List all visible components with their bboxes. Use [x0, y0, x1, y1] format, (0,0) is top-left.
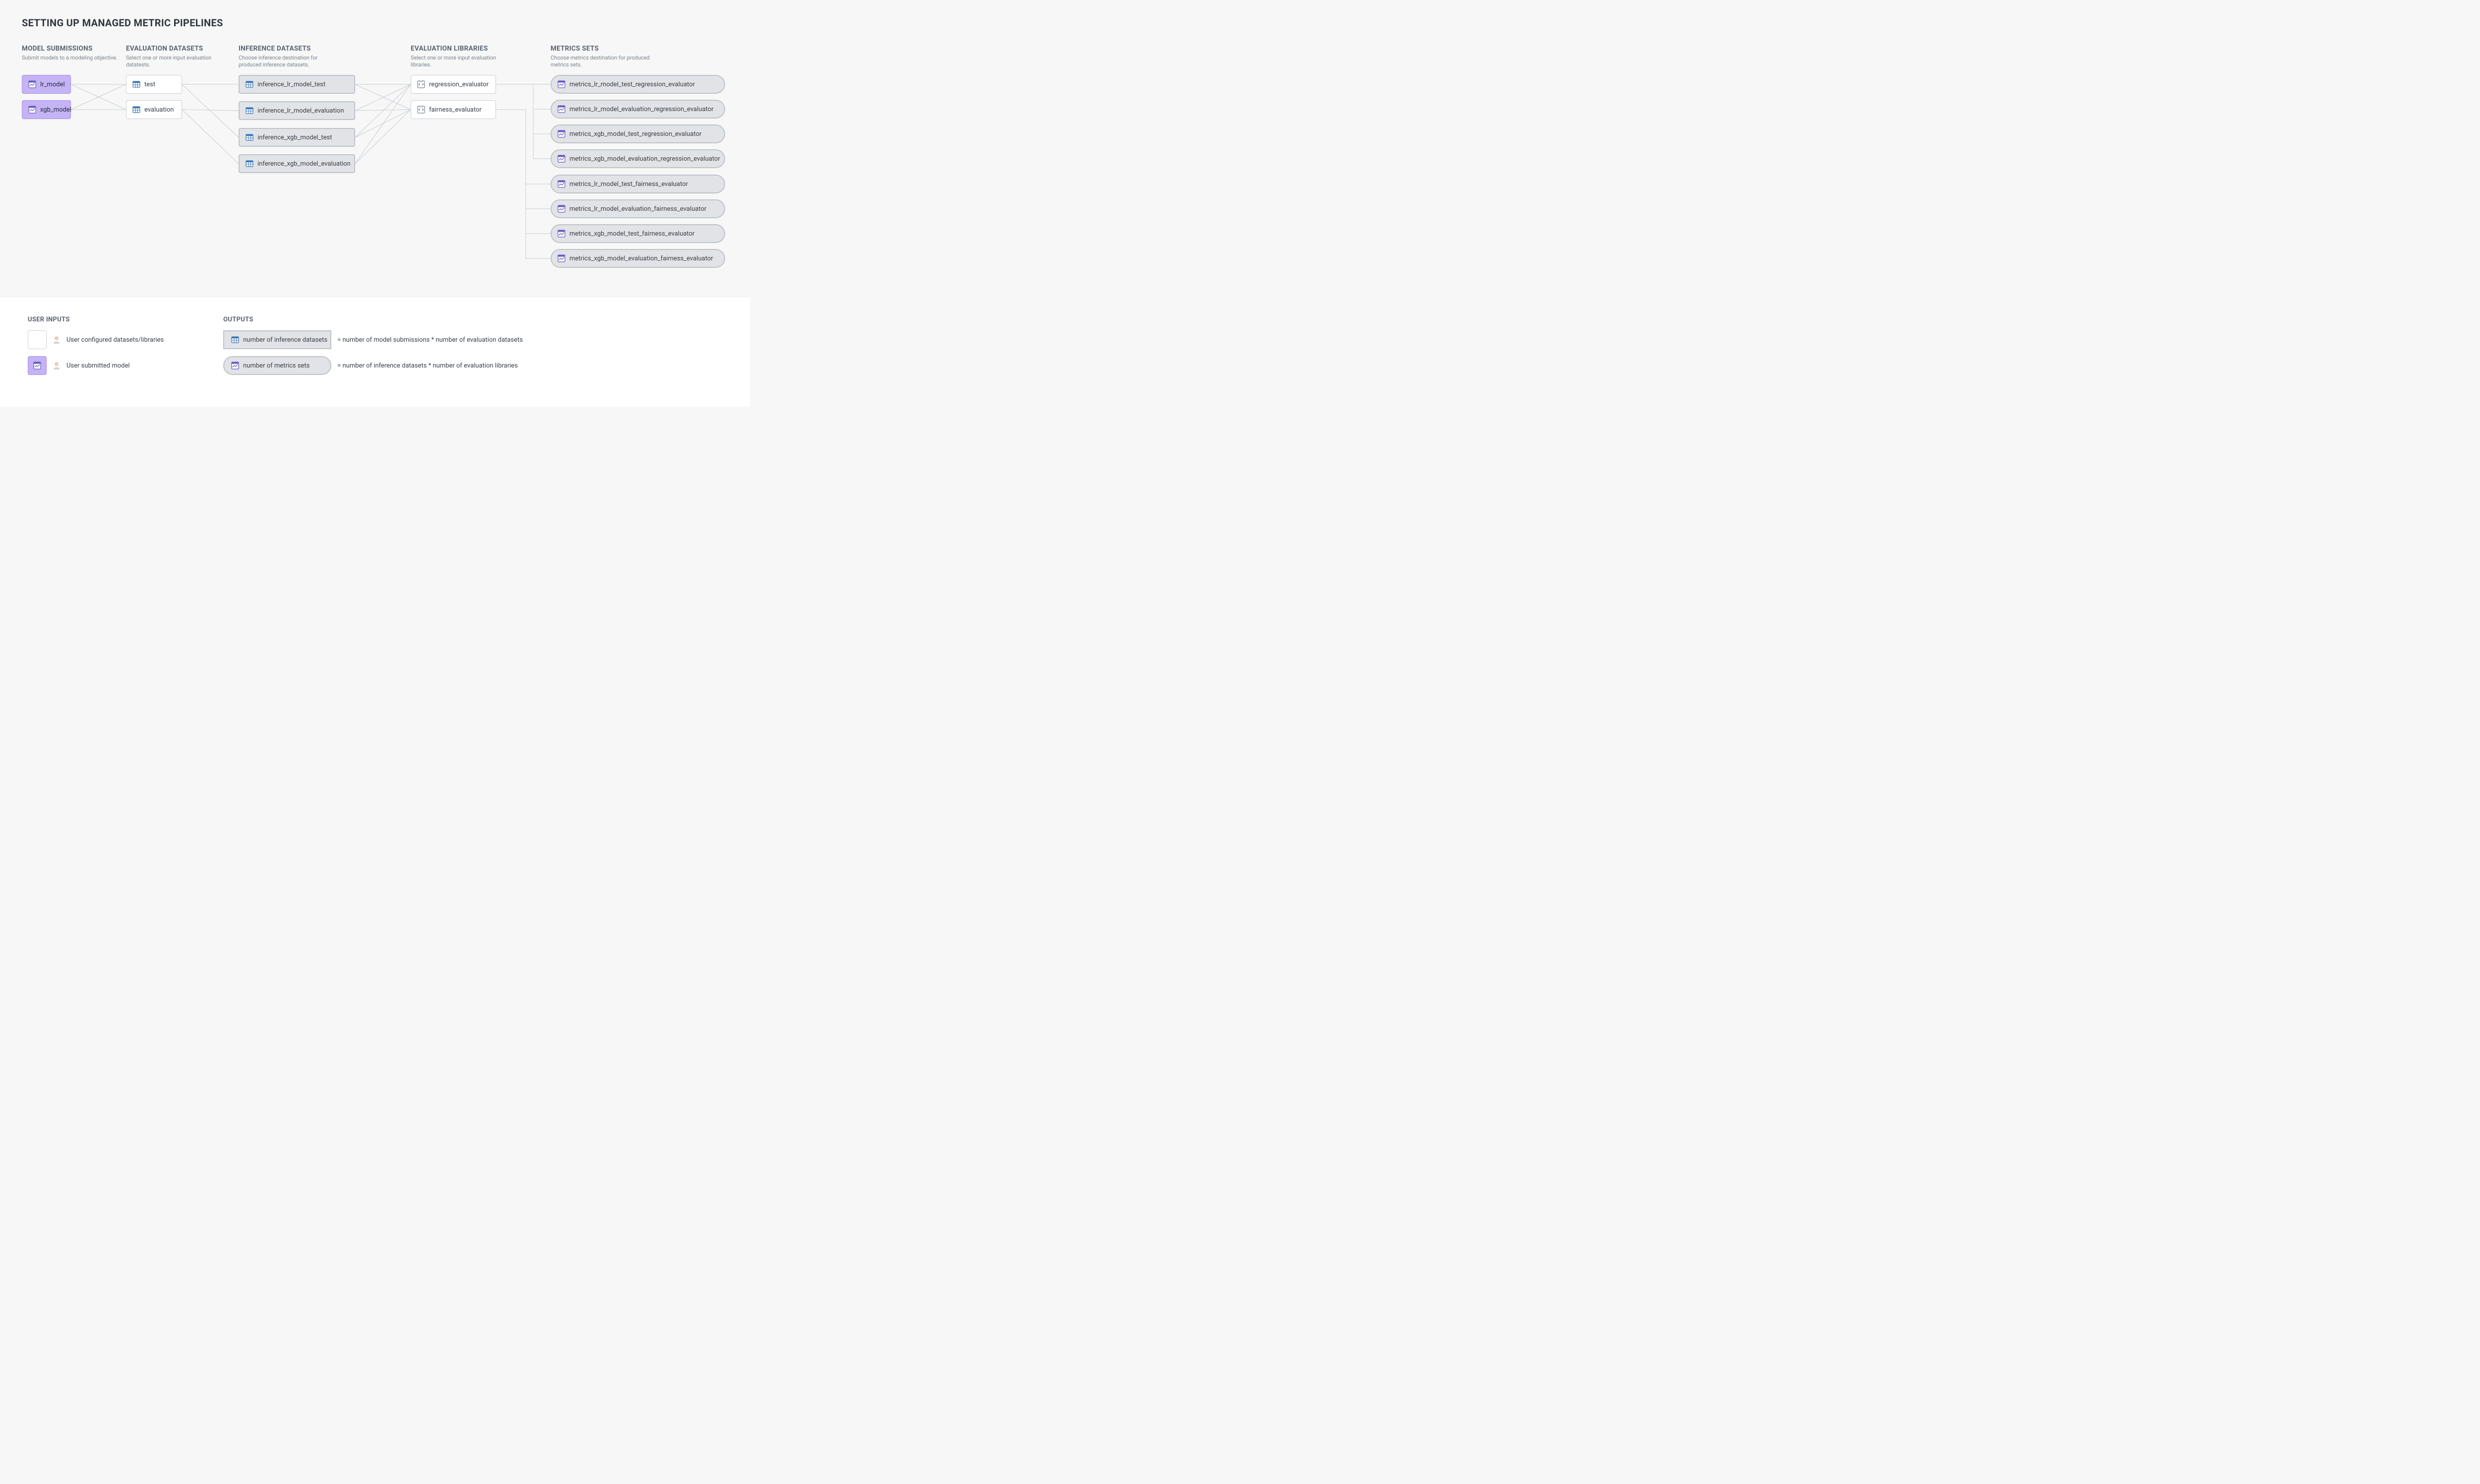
inference-label: inference_lr_model_test [257, 81, 325, 88]
legend-user-inputs-title: USER INPUTS [28, 316, 164, 323]
legend-inference-label: number of inference datasets [243, 336, 327, 344]
code-icon [417, 106, 425, 114]
metrics-label: metrics_xgb_model_evaluation_fairness_ev… [569, 255, 713, 262]
evalds-label: test [144, 81, 155, 88]
legend-metrics-label: number of metrics sets [243, 362, 310, 370]
chart-icon [558, 130, 565, 138]
legend-outputs: OUTPUTS number of inference datasets = n… [223, 316, 523, 382]
model-node-0[interactable]: lr_model [22, 75, 71, 94]
chart-icon [558, 155, 565, 163]
legend-outputs-title: OUTPUTS [223, 316, 523, 323]
model-label: lr_model [40, 81, 65, 88]
metrics-node-6[interactable]: metrics_xgb_model_test_fairness_evaluato… [551, 224, 725, 243]
legend-submitted-text: User submitted model [66, 362, 130, 370]
chart-icon [558, 180, 565, 188]
metrics-node-3[interactable]: metrics_xgb_model_evaluation_regression_… [551, 149, 725, 168]
chart-icon [558, 105, 565, 113]
table-icon [246, 107, 253, 115]
inference-label: inference_xgb_model_test [257, 134, 332, 141]
evallib-label: regression_evaluator [429, 81, 489, 88]
legend-row-configured: User configured datasets/libraries [28, 330, 164, 349]
table-icon [246, 80, 253, 88]
inference-node-1[interactable]: inference_lr_model_evaluation [239, 101, 355, 120]
metrics-node-0[interactable]: metrics_lr_model_test_regression_evaluat… [551, 75, 725, 94]
table-icon [231, 336, 239, 344]
legend-metrics-node: number of metrics sets [223, 356, 331, 375]
col-header-evallibs: EVALUATION LIBRARIES [411, 45, 488, 53]
chart-icon [558, 230, 565, 238]
metrics-label: metrics_lr_model_test_fairness_evaluator [569, 181, 688, 188]
page-title: SETTING UP MANAGED METRIC PIPELINES [22, 17, 223, 29]
legend-metrics-formula: = number of inference datasets * number … [337, 362, 518, 370]
model-node-1[interactable]: xgb_model [22, 100, 71, 119]
table-icon [132, 80, 140, 88]
metrics-label: metrics_xgb_model_test_fairness_evaluato… [569, 230, 694, 238]
chart-icon [33, 362, 41, 370]
col-sub-evallibs: Select one or more input evaluation libr… [411, 55, 510, 68]
col-header-models: MODEL SUBMISSIONS [22, 45, 93, 53]
metrics-label: metrics_xgb_model_test_regression_evalua… [569, 130, 701, 138]
metrics-label: metrics_lr_model_evaluation_fairness_eva… [569, 205, 706, 213]
inference-node-3[interactable]: inference_xgb_model_evaluation [239, 154, 355, 173]
inference-label: inference_lr_model_evaluation [257, 107, 344, 115]
metrics-label: metrics_lr_model_test_regression_evaluat… [569, 81, 695, 88]
chart-icon [558, 254, 565, 262]
table-icon [246, 160, 253, 168]
code-icon [417, 80, 425, 88]
col-sub-models: Submit models to a modeling objective. [22, 55, 118, 62]
metrics-node-1[interactable]: metrics_lr_model_evaluation_regression_e… [551, 100, 725, 119]
metrics-node-5[interactable]: metrics_lr_model_evaluation_fairness_eva… [551, 199, 725, 218]
col-sub-metrics: Choose metrics destination for produced … [551, 55, 650, 68]
evallib-node-1[interactable]: fairness_evaluator [411, 100, 496, 119]
col-sub-evalds: Select one or more input evaluation data… [126, 55, 225, 68]
metrics-node-7[interactable]: metrics_xgb_model_evaluation_fairness_ev… [551, 249, 725, 268]
metrics-node-2[interactable]: metrics_xgb_model_test_regression_evalua… [551, 124, 725, 143]
evallib-node-0[interactable]: regression_evaluator [411, 75, 496, 94]
chart-icon [28, 80, 36, 88]
legend-row-metrics-count: number of metrics sets = number of infer… [223, 356, 523, 375]
user-icon [53, 336, 61, 344]
legend-row-inference-count: number of inference datasets = number of… [223, 330, 523, 349]
legend-inference-formula: = number of model submissions * number o… [337, 336, 523, 344]
chart-icon [231, 362, 239, 370]
legend-row-submitted: User submitted model [28, 356, 164, 375]
legend-swatch-white [28, 330, 47, 349]
evalds-label: evaluation [144, 106, 174, 114]
col-header-metrics: METRICS SETS [551, 45, 599, 53]
inference-label: inference_xgb_model_evaluation [257, 160, 351, 168]
col-sub-inference: Choose inference destination for produce… [239, 55, 338, 68]
chart-icon [28, 106, 36, 114]
legend-user-inputs: USER INPUTS User configured datasets/lib… [28, 316, 164, 382]
legend-inference-node: number of inference datasets [223, 330, 331, 349]
chart-icon [558, 205, 565, 213]
legend-configured-text: User configured datasets/libraries [66, 336, 164, 344]
pipeline-canvas: SETTING UP MANAGED METRIC PIPELINES MODE… [0, 0, 750, 297]
user-icon [53, 362, 61, 370]
metrics-label: metrics_xgb_model_evaluation_regression_… [569, 155, 720, 163]
table-icon [132, 106, 140, 114]
col-header-inference: INFERENCE DATASETS [239, 45, 311, 53]
evallib-label: fairness_evaluator [429, 106, 482, 114]
metrics-label: metrics_lr_model_evaluation_regression_e… [569, 106, 713, 113]
model-label: xgb_model [40, 106, 71, 114]
metrics-node-4[interactable]: metrics_lr_model_test_fairness_evaluator [551, 175, 725, 193]
evalds-node-0[interactable]: test [126, 75, 182, 94]
col-header-evalds: EVALUATION DATASETS [126, 45, 203, 53]
legend-swatch-purple [28, 356, 47, 375]
chart-icon [558, 80, 565, 88]
inference-node-0[interactable]: inference_lr_model_test [239, 75, 355, 94]
legend-section: USER INPUTS User configured datasets/lib… [0, 297, 750, 407]
evalds-node-1[interactable]: evaluation [126, 100, 182, 119]
inference-node-2[interactable]: inference_xgb_model_test [239, 128, 355, 147]
table-icon [246, 133, 253, 141]
